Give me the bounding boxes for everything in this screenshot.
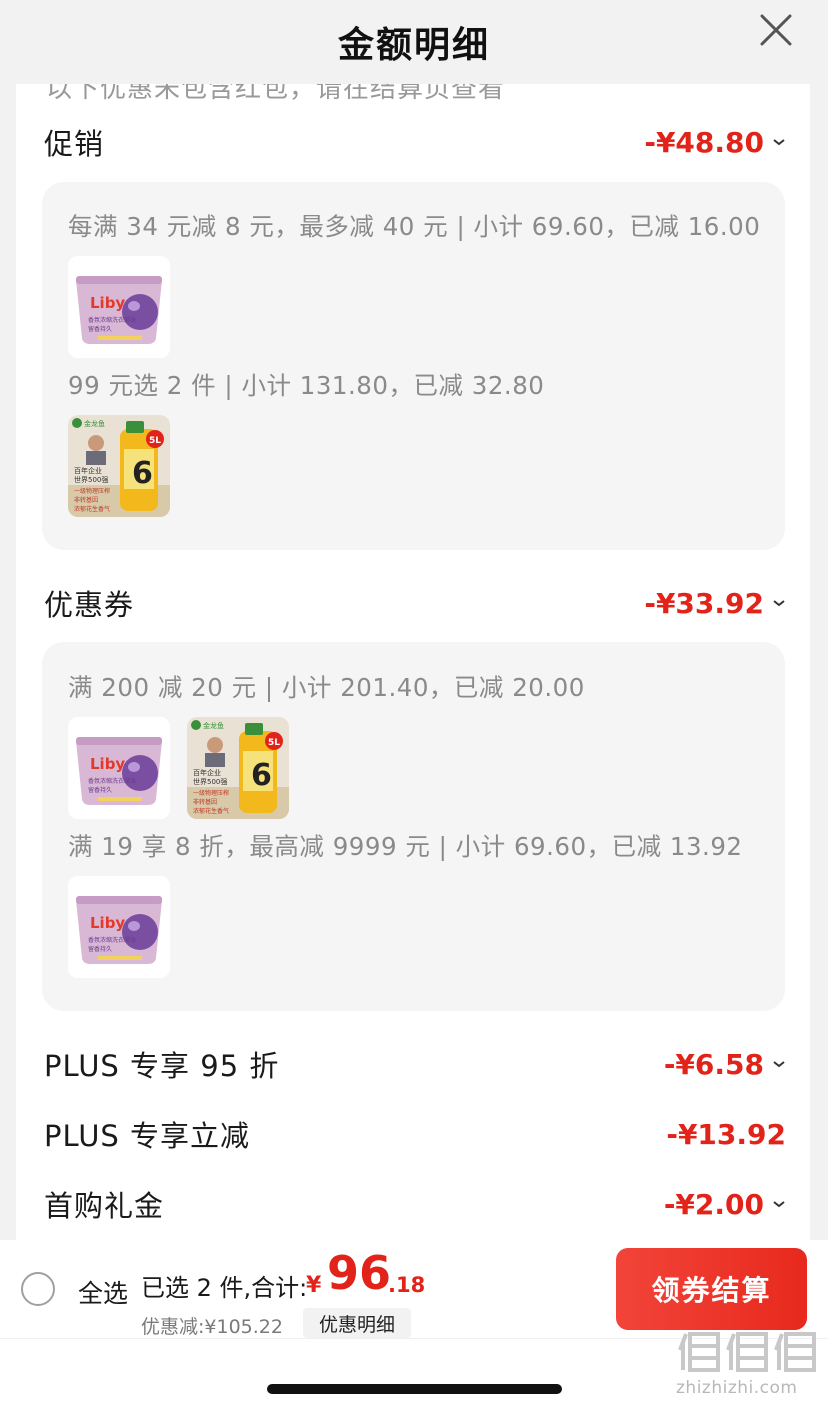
oil-line-5: 浓郁花生香气 (193, 807, 229, 815)
promotion-row[interactable]: 促销 -¥48.80 (44, 120, 786, 164)
coupon-rule-2: 满 19 享 8 折，最高减 9999 元 | 小计 69.60，已减 13.9… (68, 832, 743, 861)
pods-line-1: 香氛浓缩洗衣凝珠 (88, 936, 136, 944)
product-thumb-oil[interactable]: 6 5L 金龙鱼 百年企业 世界500强 一级物理压榨 非转基因 浓郁花生香气 (68, 415, 170, 517)
coupon-rule-1: 满 200 减 20 元 | 小计 201.40，已减 20.00 (68, 673, 585, 702)
plus-discount-amount: -¥6.58 (663, 1047, 764, 1081)
product-thumb-oil[interactable]: 6 5L 金龙鱼 百年企业 世界500强 一级物理压榨 非转基因 浓郁花生香气 (187, 717, 289, 819)
oil-line-3: 一级物理压榨 (74, 487, 110, 495)
oil-big-number: 6 (251, 758, 272, 793)
detergent-pods-image: Liby 香氛浓缩洗衣凝珠 留香持久 (68, 256, 170, 358)
pods-line-2: 留香持久 (88, 325, 112, 333)
checkout-bar: 全选 已选 2 件,合计: ¥ 96 .18 优惠减:¥105.22 优惠明细 … (0, 1240, 828, 1412)
oil-line-5: 浓郁花生香气 (74, 505, 110, 513)
page-title: 金额明细 (337, 25, 490, 66)
promotion-label: 促销 (44, 127, 105, 161)
promotion-amount: -¥48.80 (644, 125, 764, 159)
amount-detail-sheet[interactable]: 以下优惠未包含红包，请在结算页查看 促销 -¥48.80 每满 34 元减 8 … (16, 84, 810, 1240)
oil-brand: 金龙鱼 (203, 721, 224, 730)
oil-line-2: 世界500强 (193, 777, 227, 786)
oil-line-3: 一级物理压榨 (193, 789, 229, 797)
watermark-text: zhizhizhi.com (676, 1378, 798, 1398)
watermark-logo-icon (678, 1332, 816, 1372)
select-all-label[interactable]: 全选 (78, 1274, 128, 1310)
product-thumb-detergent[interactable]: Liby 香氛浓缩洗衣凝珠 留香持久 (68, 876, 170, 978)
promotion-rule-1: 每满 34 元减 8 元，最多减 40 元 | 小计 69.60，已减 16.0… (68, 212, 761, 241)
detergent-pods-image: Liby 香氛浓缩洗衣凝珠 留香持久 (68, 717, 170, 819)
plus-instant-row: PLUS 专享立减 -¥13.92 (44, 1112, 786, 1156)
oil-badge: 5L (268, 738, 280, 748)
checkout-button[interactable]: 领券结算 (616, 1248, 807, 1330)
discount-detail-button[interactable]: 优惠明细 (303, 1308, 411, 1338)
pods-line-2: 留香持久 (88, 786, 112, 794)
oil-big-number: 6 (132, 456, 153, 491)
pods-brand: Liby (90, 755, 125, 773)
first-gift-row[interactable]: 首购礼金 -¥2.00 (44, 1182, 786, 1226)
chevron-down-icon[interactable] (772, 137, 786, 147)
coupon-panel: 满 200 减 20 元 | 小计 201.40，已减 20.00 Liby 香… (42, 642, 785, 1011)
oil-brand: 金龙鱼 (84, 419, 105, 428)
pods-brand: Liby (90, 294, 125, 312)
first-gift-label: 首购礼金 (44, 1189, 165, 1223)
cooking-oil-image: 6 5L 金龙鱼 百年企业 世界500强 一级物理压榨 非转基因 浓郁花生香气 (187, 717, 289, 819)
pods-line-1: 香氛浓缩洗衣凝珠 (88, 777, 136, 785)
pods-line-2: 留香持久 (88, 945, 112, 953)
detergent-pods-image: Liby 香氛浓缩洗衣凝珠 留香持久 (68, 876, 170, 978)
total-amount-integer: 96 (327, 1246, 392, 1300)
oil-line-4: 非转基因 (74, 496, 98, 504)
promotion-panel: 每满 34 元减 8 元，最多减 40 元 | 小计 69.60，已减 16.0… (42, 182, 785, 550)
plus-discount-label: PLUS 专享 95 折 (44, 1049, 280, 1083)
chevron-down-icon[interactable] (772, 598, 786, 608)
selected-count-label: 已选 2 件,合计: (141, 1274, 308, 1302)
chevron-down-icon[interactable] (772, 1059, 786, 1069)
product-thumb-detergent[interactable]: Liby 香氛浓缩洗衣凝珠 留香持久 (68, 717, 170, 819)
coupon-amount: -¥33.92 (644, 586, 764, 620)
home-indicator[interactable] (267, 1384, 562, 1394)
product-thumb-detergent[interactable]: Liby 香氛浓缩洗衣凝珠 留香持久 (68, 256, 170, 358)
cooking-oil-image: 6 5L 金龙鱼 百年企业 世界500强 一级物理压榨 非转基因 浓郁花生香气 (68, 415, 170, 517)
pods-line-1: 香氛浓缩洗衣凝珠 (88, 316, 136, 324)
discount-total-label: 优惠减:¥105.22 (141, 1316, 283, 1338)
coupon-label: 优惠券 (44, 588, 135, 622)
plus-discount-row[interactable]: PLUS 专享 95 折 -¥6.58 (44, 1042, 786, 1086)
plus-instant-label: PLUS 专享立减 (44, 1119, 251, 1153)
partial-notice-text: 以下优惠未包含红包，请在结算页查看 (46, 84, 506, 104)
oil-line-1: 百年企业 (193, 768, 221, 777)
close-icon[interactable] (754, 10, 798, 54)
pods-brand: Liby (90, 914, 125, 932)
oil-line-4: 非转基因 (193, 798, 217, 806)
promotion-rule-2: 99 元选 2 件 | 小计 131.80，已减 32.80 (68, 371, 545, 400)
select-all-radio[interactable] (21, 1272, 55, 1306)
first-gift-amount: -¥2.00 (663, 1187, 764, 1221)
sheet-header: 金额明细 (0, 0, 828, 84)
total-amount-decimal: .18 (388, 1273, 426, 1297)
currency-symbol: ¥ (306, 1273, 322, 1298)
coupon-row[interactable]: 优惠券 -¥33.92 (44, 581, 786, 625)
oil-badge: 5L (149, 436, 161, 446)
chevron-down-icon[interactable] (772, 1199, 786, 1209)
oil-line-2: 世界500强 (74, 475, 108, 484)
oil-line-1: 百年企业 (74, 466, 102, 475)
plus-instant-amount: -¥13.92 (666, 1117, 786, 1151)
